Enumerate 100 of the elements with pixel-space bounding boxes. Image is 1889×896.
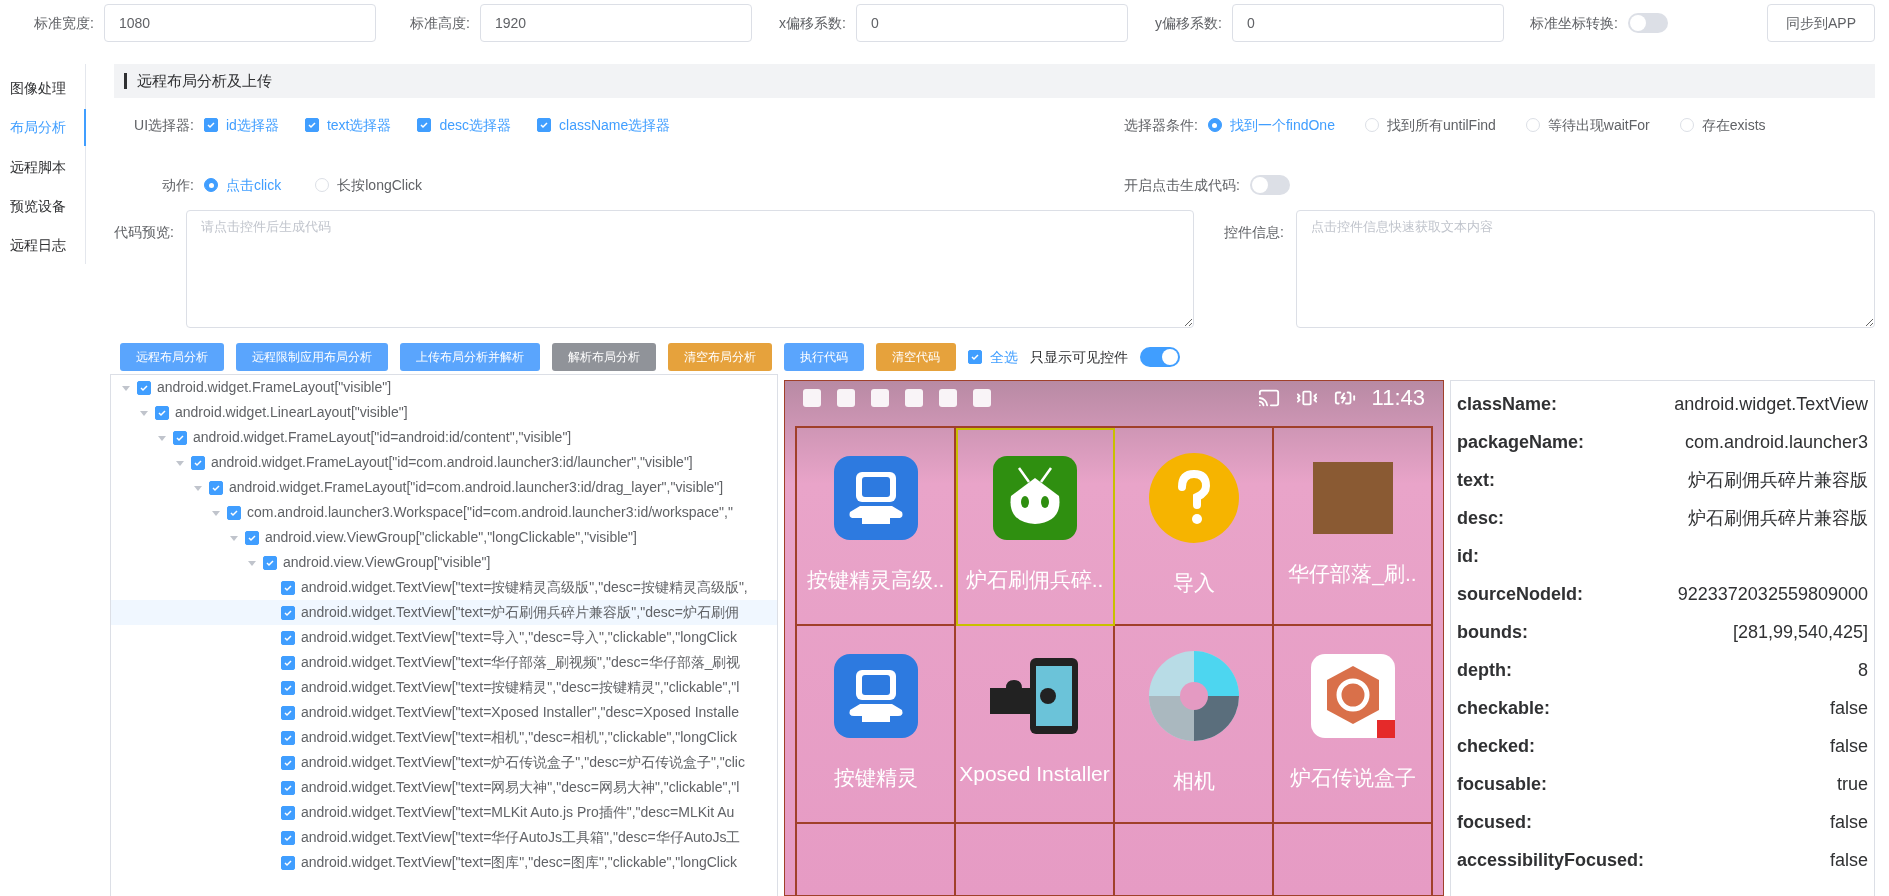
tree-node[interactable]: android.widget.TextView["text=Xposed Installer","desc=Xposed Installe [111,700,777,725]
checkbox[interactable] [281,780,295,795]
radio-button[interactable] [204,178,218,192]
check-icon [283,857,293,868]
info-value: 炉石刷佣兵碎片兼容版 [1688,506,1868,530]
info-value: android.widget.TextView [1674,392,1868,416]
checkbox[interactable] [173,430,187,445]
sidebar-item[interactable]: 远程脚本 [0,148,86,186]
node-label: android.widget.FrameLayout["id=com.android.launcher3:id/launcher","visible"] [211,453,693,472]
checkbox[interactable] [281,630,295,645]
tree-node[interactable]: android.widget.TextView["text=炉石传说盒子","desc=炉石传说盒子","clic [111,750,777,775]
checkbox[interactable] [281,855,295,870]
toggle-switch[interactable] [1140,347,1180,367]
node-label: android.widget.TextView["text=导入","desc=导入","clickable","longClick [301,628,738,647]
code-preview-field[interactable]: 请点击控件后生成代码 [185,210,1194,328]
checkbox[interactable] [281,580,295,595]
sidebar-item[interactable]: 预览设备 [0,188,86,225]
checkbox[interactable] [245,530,259,545]
tree-node[interactable]: android.widget.TextView["text=导入","desc=导入","clickable","longClick [111,625,777,650]
radio-label: 点击click [226,175,282,195]
checkbox[interactable] [968,350,982,364]
toggle-switch[interactable] [1249,175,1290,195]
tree-node[interactable]: com.android.launcher3.Workspace["id=com.android.launcher3:id/workspace"," [111,500,777,525]
info-value: 炉石刷佣兵碎片兼容版 [1688,468,1868,492]
tree-node[interactable]: android.widget.TextView["text=按键精灵高级版","desc=按键精灵高级版", [111,575,777,600]
checkbox[interactable] [191,455,205,470]
field-label: 控件信息: [1224,224,1284,240]
tree-node[interactable]: android.widget.TextView["text=按键精灵","desc=按键精灵","clickable","l [111,675,777,700]
notification-icon [871,388,889,407]
node-label: android.widget.TextView["text=Xposed Installer","desc=Xposed Installe [301,703,740,722]
tree-node[interactable]: android.widget.FrameLayout["id=android:id/content","visible"] [111,425,777,450]
sidebar-item[interactable]: 远程日志 [0,227,86,265]
node-label: android.view.ViewGroup["visible"] [283,553,491,572]
radio-label: 存在exists [1701,115,1766,135]
checkbox-label: className选择器 [559,115,671,135]
number-field[interactable]: 1080 [104,4,376,42]
info-value: false [1829,734,1868,758]
checkbox[interactable] [281,655,295,670]
radio-label: 等待出现waitFor [1547,115,1650,135]
hexagon-swirl-icon [1310,654,1395,739]
checkbox[interactable] [281,680,295,695]
node-label: android.widget.TextView["text=按键精灵高级版","desc=按键精灵高级版", [301,578,748,597]
check-icon [283,732,293,743]
checkbox[interactable] [155,405,169,420]
widget-info-field[interactable]: 点击控件信息快速获取文本内容 [1295,210,1875,328]
field-label: 代码预览: [114,224,174,240]
tree-node[interactable]: android.widget.FrameLayout["id=com.android.launcher3:id/launcher","visible"] [111,450,777,475]
node-label: android.widget.TextView["text=MLKit Auto.js Pro插件","desc=MLKit Au [301,803,735,822]
checkbox[interactable] [304,118,319,132]
number-field[interactable]: 1920 [480,4,752,42]
check-icon [419,120,430,130]
checkbox[interactable] [281,830,295,845]
notification-icon [939,388,957,407]
checkbox[interactable] [281,755,295,770]
tree-node[interactable]: android.widget.FrameLayout["visible"] [111,375,777,400]
checkbox[interactable] [281,805,295,820]
node-label: android.widget.FrameLayout["id=android:id/content","visible"] [193,428,572,447]
info-value: 8 [1858,658,1868,682]
field-label: x偏移系数: [778,13,846,33]
checkbox[interactable] [263,555,277,570]
node-label: android.widget.TextView["text=炉石传说盒子","desc=炉石传说盒子","clic [301,753,745,772]
tree-node[interactable]: android.widget.TextView["text=炉石刷佣兵碎片兼容版","desc=炉石刷佣 [111,600,777,625]
checkbox[interactable] [281,730,295,745]
radio-button[interactable] [1207,118,1222,132]
node-label: android.widget.TextView["text=相机","desc=相机","clickable","longClick [301,728,738,747]
tree-node[interactable]: android.widget.TextView["text=相机","desc=相机","clickable","longClick [111,725,777,750]
checkbox[interactable] [227,505,241,520]
puzzle-phone-icon [989,658,1080,735]
checkbox[interactable] [417,118,432,132]
section-title: 远程布局分析及上传 [137,70,272,91]
checkbox[interactable] [281,605,295,620]
info-value: true [1836,772,1868,796]
tree-node[interactable]: android.view.ViewGroup["clickable","longClickable","visible"] [111,525,777,550]
tree-node[interactable]: android.widget.TextView["text=华仔部落_刷视频","desc=华仔部落_刷视 [111,650,777,675]
tree-node[interactable]: android.widget.FrameLayout["id=com.android.launcher3:id/drag_layer","visible"] [111,475,777,500]
check-icon [539,120,550,130]
tree-node[interactable]: android.widget.TextView["text=网易大神","desc=网易大神","clickable","l [111,775,777,800]
info-key: bounds: [1457,618,1528,646]
checkbox-label: 全选 [990,347,1018,367]
number-field[interactable]: 0 [856,4,1128,42]
checkbox[interactable] [137,380,151,395]
toggle-switch[interactable] [1627,13,1668,33]
tree-node[interactable]: android.widget.TextView["text=华仔AutoJs工具箱","desc=华仔AutoJs工 [111,825,777,850]
check-icon [283,632,293,643]
checkbox[interactable] [204,118,218,132]
checkbox[interactable] [537,118,552,132]
tree-node[interactable]: android.view.ViewGroup["visible"] [111,550,777,575]
check-icon [283,582,293,593]
info-key: depth: [1457,656,1512,684]
check-icon [970,352,980,362]
sync-button[interactable]: 同步到APP [1767,4,1875,42]
tree-node[interactable]: android.widget.TextView["text=MLKit Auto.js Pro插件","desc=MLKit Au [111,800,777,825]
checkbox[interactable] [209,480,223,495]
tree-node[interactable]: android.widget.TextView["text=图库","desc=图库","clickable","longClick [111,850,777,875]
check-icon [283,682,293,693]
tree-node[interactable]: android.widget.LinearLayout["visible"] [111,400,777,425]
checkbox[interactable] [281,705,295,720]
number-field[interactable]: 0 [1232,4,1504,42]
sidebar-item[interactable]: 图像处理 [0,70,86,107]
toggle-label: 只显示可见控件 [1030,347,1128,367]
